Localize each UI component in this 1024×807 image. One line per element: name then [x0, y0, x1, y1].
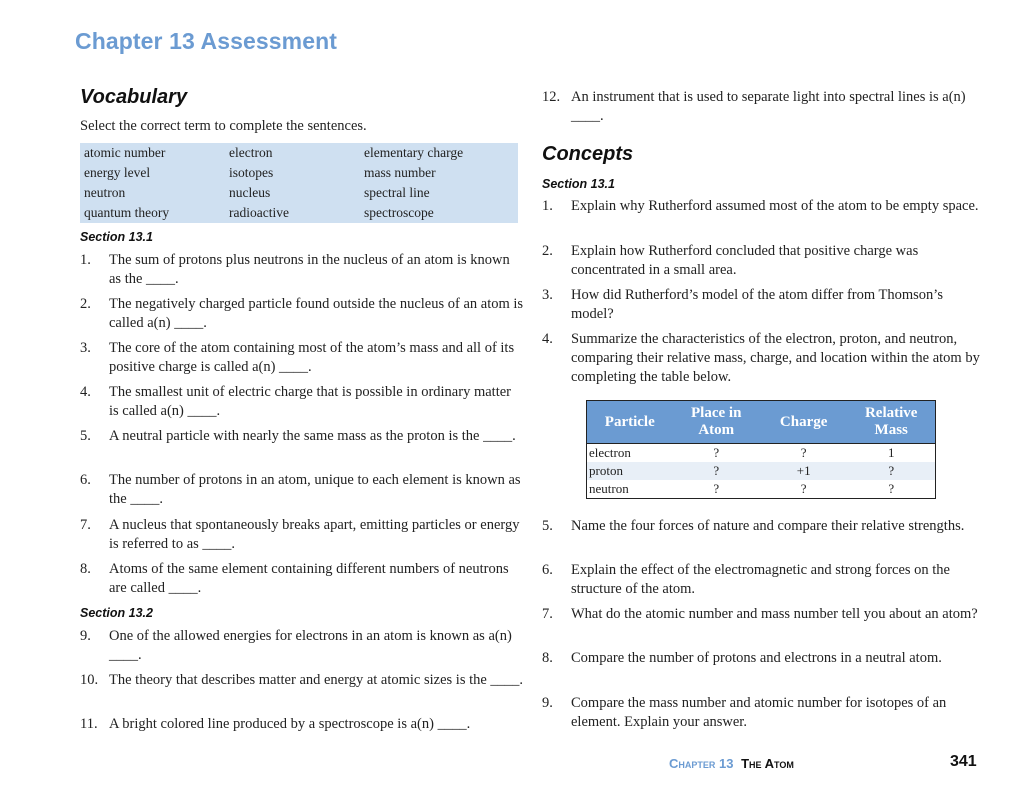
table-cell: ?: [800, 481, 807, 496]
table-cell: 1: [887, 445, 895, 460]
table-row: neutron ? ? ?: [587, 480, 936, 499]
column-header: Place in Atom: [672, 400, 760, 444]
page-number: 341: [950, 753, 977, 770]
table-cell: ?: [713, 481, 720, 496]
question-text: A bright colored line produced by a spec…: [109, 716, 471, 732]
word-bank-term: nucleus: [229, 185, 271, 200]
question-number: 5.: [542, 518, 553, 534]
word-bank: atomic number electron elementary charge…: [80, 143, 518, 223]
question-text: Compare the number of protons and electr…: [571, 650, 942, 666]
question-number: 3.: [80, 340, 91, 356]
section-label: Section 13.1: [542, 177, 615, 191]
question-text: What do the atomic number and mass numbe…: [571, 606, 978, 622]
table-cell: ?: [888, 481, 895, 496]
question-text: One of the allowed energies for electron…: [109, 628, 512, 663]
question-number: 7.: [542, 606, 553, 622]
question-text: The core of the atom containing most of …: [109, 340, 515, 375]
table-cell: electron: [589, 445, 631, 460]
question-text: Explain the effect of the electromagneti…: [571, 562, 950, 597]
word-bank-row: neutron nucleus spectral line: [80, 184, 518, 204]
word-bank-term: mass number: [364, 165, 436, 180]
question-text: Atoms of the same element containing dif…: [109, 561, 509, 596]
question-text: The negatively charged particle found ou…: [109, 296, 524, 331]
word-bank-term: atomic number: [84, 145, 166, 160]
question-text: Explain how Rutherford concluded that po…: [571, 243, 919, 278]
word-bank-term: spectral line: [364, 185, 430, 200]
table-row: proton ? +1 ?: [586, 462, 936, 480]
column-header: Relative Mass: [847, 400, 936, 444]
word-bank-term: neutron: [84, 185, 126, 200]
question-text: The number of protons in an atom, unique…: [109, 472, 521, 507]
question-number: 2.: [542, 243, 553, 259]
question-number: 12.: [542, 89, 561, 105]
concepts-heading: Concepts: [542, 143, 634, 165]
vocabulary-instructions: Select the correct term to complete the …: [80, 118, 367, 134]
page-footer: Chapter 13 The Atom: [669, 756, 794, 771]
column-header: Charge: [759, 400, 848, 444]
question-number: 3.: [542, 287, 553, 303]
footer-chapter: Chapter 13: [669, 756, 734, 771]
question-number: 6.: [542, 562, 553, 578]
question-number: 4.: [80, 384, 91, 400]
question-number: 9.: [80, 628, 91, 644]
word-bank-term: isotopes: [229, 165, 274, 180]
question-text: A nucleus that spontaneously breaks apar…: [109, 517, 520, 552]
question-text: Explain why Rutherford assumed most of t…: [571, 198, 979, 214]
question-number: 1.: [80, 252, 91, 268]
question-number: 6.: [80, 472, 91, 488]
section-label: Section 13.1: [80, 230, 153, 244]
chapter-title: Chapter 13 Assessment: [75, 28, 338, 54]
question-number: 5.: [80, 428, 91, 444]
footer-title: The Atom: [741, 756, 794, 771]
question-text: Summarize the characteristics of the ele…: [571, 331, 980, 385]
question-number: 1.: [542, 198, 553, 214]
word-bank-term: elementary charge: [364, 145, 464, 160]
question-number: 10.: [80, 672, 99, 688]
table-cell: ?: [672, 462, 760, 480]
question-number: 8.: [542, 650, 553, 666]
word-bank-term: energy level: [84, 165, 151, 180]
table-cell: neutron: [589, 481, 629, 496]
particle-table: Particle Place in Atom Charge Relative M…: [586, 400, 936, 499]
question-text: An instrument that is used to separate l…: [571, 89, 966, 124]
question-text: A neutral particle with nearly the same …: [109, 428, 516, 444]
word-bank-row: energy level isotopes mass number: [80, 164, 518, 184]
question-text: The smallest unit of electric charge tha…: [109, 384, 511, 419]
word-bank-row: atomic number electron elementary charge: [80, 144, 518, 164]
word-bank-term: radioactive: [229, 205, 289, 220]
question-number: 8.: [80, 561, 91, 577]
question-number: 7.: [80, 517, 91, 533]
table-header-row: Particle Place in Atom Charge Relative M…: [586, 400, 936, 444]
question-number: 2.: [80, 296, 91, 312]
question-text: How did Rutherford’s model of the atom d…: [571, 287, 943, 322]
word-bank-term: electron: [229, 145, 273, 160]
question-text: The sum of protons plus neutrons in the …: [109, 252, 510, 287]
section-label: Section 13.2: [80, 606, 153, 620]
column-header: Particle: [586, 400, 673, 444]
question-text: Compare the mass number and atomic numbe…: [571, 695, 947, 730]
question-number: 11.: [80, 716, 98, 732]
vocabulary-heading: Vocabulary: [80, 86, 188, 108]
word-bank-term: spectroscope: [364, 205, 434, 220]
table-cell: ?: [800, 445, 807, 460]
table-cell: ?: [713, 445, 720, 460]
word-bank-row: quantum theory radioactive spectroscope: [80, 204, 518, 224]
table-cell: ?: [847, 462, 936, 480]
word-bank-term: quantum theory: [84, 205, 170, 220]
question-number: 9.: [542, 695, 553, 711]
table-cell: +1: [759, 462, 848, 480]
table-row: electron ? ? 1: [587, 444, 936, 463]
question-number: 4.: [542, 331, 553, 347]
question-text: Name the four forces of nature and compa…: [571, 518, 965, 534]
table-cell: proton: [586, 462, 673, 480]
question-text: The theory that describes matter and ene…: [109, 672, 524, 688]
